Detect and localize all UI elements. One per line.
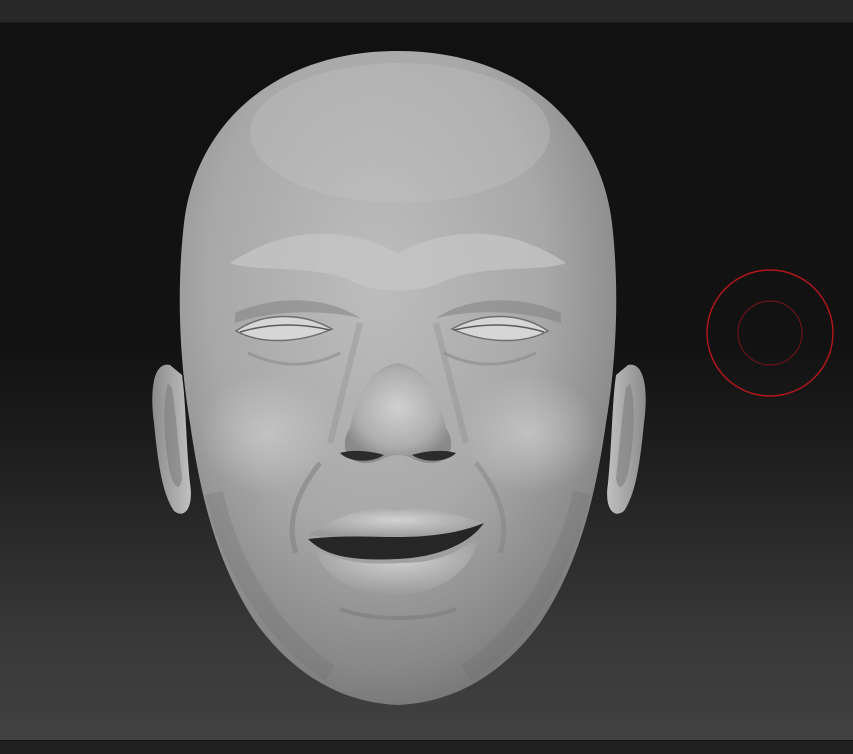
3d-viewport-canvas[interactable] <box>0 23 853 740</box>
bottom-status-bar <box>0 740 853 754</box>
sculpt-app-window <box>0 0 853 754</box>
left-cheek <box>198 373 338 493</box>
brush-cursor-icon <box>706 269 834 397</box>
forehead-highlight <box>250 63 550 203</box>
top-toolbar <box>0 0 853 23</box>
right-cheek <box>460 373 600 493</box>
